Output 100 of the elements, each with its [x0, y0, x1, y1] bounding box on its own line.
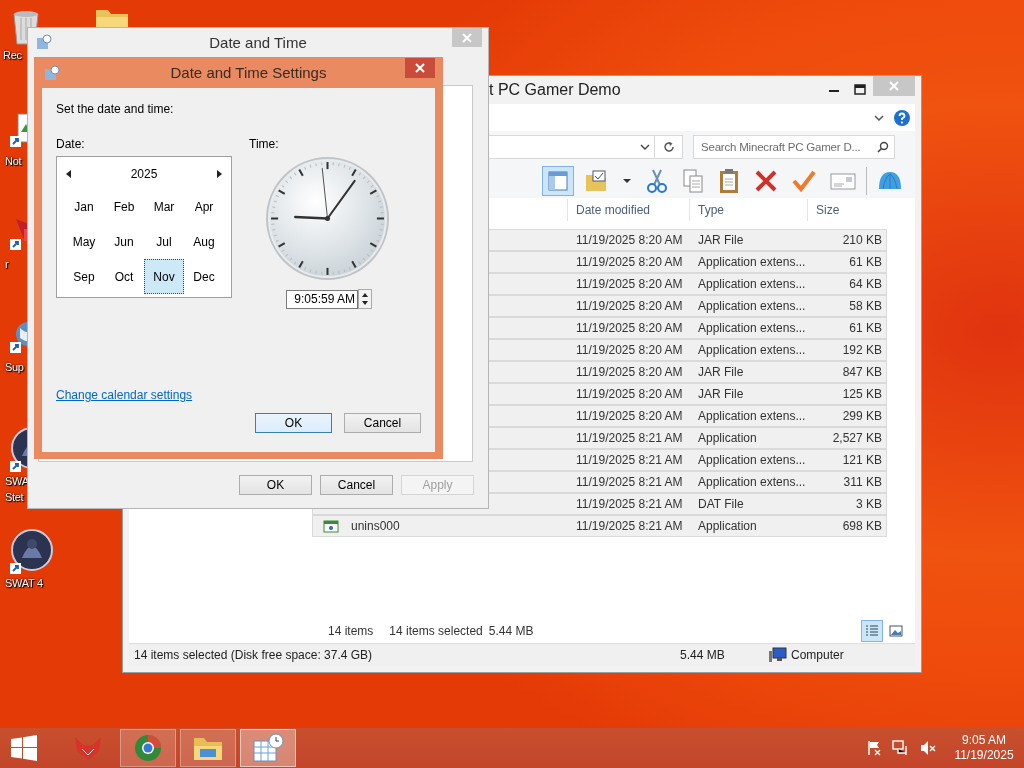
clock-date[interactable]: 11/19/2025 — [954, 748, 1014, 763]
size-cell-text: 311 KB — [842, 475, 883, 489]
search-icon — [877, 141, 889, 153]
size-cell-text: 61 KB — [848, 321, 883, 335]
month-cell[interactable]: Dec — [184, 259, 224, 294]
game-shortcut-icon[interactable] — [10, 528, 54, 574]
type-cell-text: Application — [697, 431, 758, 445]
type-cell-text: JAR File — [697, 387, 745, 401]
calendar-settings-link[interactable]: Change calendar settings — [56, 388, 193, 402]
maximize-button[interactable] — [854, 84, 866, 96]
file-name: unins000 — [350, 519, 400, 533]
close-icon — [889, 81, 899, 91]
size-cell-text: 192 KB — [841, 343, 883, 357]
selected-size: 5.44 MB — [488, 624, 534, 638]
date-cell-text: 11/19/2025 8:20 AM — [575, 255, 684, 269]
taskbar-button[interactable] — [180, 729, 236, 767]
month-cell[interactable]: Jan — [64, 189, 104, 224]
type-cell-text: Application extens... — [697, 255, 807, 269]
taskbar-button[interactable] — [120, 729, 176, 767]
month-cell[interactable]: Oct — [104, 259, 144, 294]
clock-time[interactable]: 9:05 AM — [962, 733, 1006, 748]
icon-label: Not — [5, 154, 22, 168]
date-cell-text: 11/19/2025 8:21 AM — [575, 497, 684, 511]
prompt-text: Set the date and time: — [56, 102, 175, 116]
flag-icon[interactable] — [866, 740, 882, 756]
next-button[interactable] — [215, 169, 223, 179]
size-cell-text: 64 KB — [848, 277, 883, 291]
month-cell[interactable]: Sep — [64, 259, 104, 294]
date-cell-text: 11/19/2025 8:20 AM — [575, 343, 684, 357]
month-cell[interactable]: Nov — [144, 259, 184, 294]
icon-label: Stet — [5, 490, 24, 504]
month-cell[interactable]: Jun — [104, 224, 144, 259]
month-cell[interactable]: May — [64, 224, 104, 259]
volume-muted-icon[interactable] — [920, 740, 936, 756]
refresh-button[interactable] — [655, 135, 683, 159]
icon-label: Rec — [3, 48, 22, 62]
calendar-clock-icon — [252, 733, 284, 763]
size-cell-text: 3 KB — [855, 497, 883, 511]
date-cell-text: 11/19/2025 8:20 AM — [575, 409, 684, 423]
dialog-button[interactable]: OK — [239, 475, 312, 495]
file-row[interactable]: unins000 11/19/2025 8:21 AM Application 698 KB — [312, 515, 887, 537]
type-cell-text: Application extens... — [697, 277, 807, 291]
date-cell-text: 11/19/2025 8:20 AM — [575, 365, 684, 379]
refresh-icon — [662, 141, 675, 153]
status-text: 14 items selected (Disk free space: 37.4 GB) — [133, 648, 374, 662]
close-button[interactable] — [405, 58, 435, 78]
selected-count: 14 items selected — [389, 624, 483, 638]
month-cell[interactable]: Feb — [104, 189, 144, 224]
month-cell[interactable]: Jul — [144, 224, 184, 259]
type-cell-text: Application extens... — [697, 321, 807, 335]
taskbar-button[interactable] — [240, 729, 296, 767]
application-icon — [323, 519, 339, 533]
type-cell-text: Application extens... — [697, 299, 807, 313]
fox-icon — [73, 735, 103, 761]
date-time-icon — [44, 65, 60, 81]
spin-button[interactable] — [358, 289, 372, 309]
size-cell-text: 210 KB — [841, 233, 883, 247]
date-cell-text: 11/19/2025 8:21 AM — [575, 431, 684, 445]
size-cell-text: 125 KB — [841, 387, 883, 401]
search-field[interactable]: Search Minecraft PC Gamer D... — [693, 135, 895, 159]
column-header[interactable]: Type — [689, 199, 807, 221]
month-cell[interactable]: Aug — [184, 224, 224, 259]
start-button[interactable] — [10, 734, 38, 762]
size-cell-text: 2,527 KB — [831, 431, 883, 445]
size-cell-text: 121 KB — [841, 453, 883, 467]
icon-label: r — [5, 257, 9, 271]
dialog-button[interactable]: Cancel — [344, 413, 421, 433]
size-cell-text: 847 KB — [841, 365, 883, 379]
column-header[interactable]: Size — [807, 199, 885, 221]
date-label: Date: — [56, 137, 86, 151]
icon-label: SWAT 4 — [5, 576, 43, 590]
type-cell-text: Application extens... — [697, 343, 807, 357]
browser-icon — [133, 733, 163, 763]
year-header[interactable]: 2025 — [130, 167, 158, 181]
view-button[interactable] — [861, 620, 883, 642]
dialog-button[interactable]: OK — [255, 413, 332, 433]
month-cell[interactable]: Mar — [144, 189, 184, 224]
month-cell[interactable]: Apr — [184, 189, 224, 224]
time-field[interactable]: 9:05:59 AM — [286, 289, 358, 309]
type-cell-text: Application — [697, 519, 758, 533]
date-cell-text: 11/19/2025 8:20 AM — [575, 387, 684, 401]
item-count: 14 items — [328, 624, 374, 638]
size-cell-text: 58 KB — [848, 299, 883, 313]
time-label: Time: — [249, 137, 279, 151]
thumbnail-view-icon — [889, 624, 903, 638]
dropdown-icon[interactable] — [640, 142, 650, 152]
dialog-title: Date and Time Settings — [170, 64, 327, 81]
type-cell-text: Application extens... — [697, 475, 807, 489]
help-icon[interactable] — [893, 108, 911, 127]
network-icon[interactable] — [892, 740, 910, 756]
dialog-button[interactable]: Cancel — [320, 475, 393, 495]
previous-button[interactable] — [65, 169, 73, 179]
column-header[interactable]: Date modified — [567, 199, 689, 221]
date-cell-text: 11/19/2025 8:20 AM — [575, 277, 684, 291]
date-cell-text: 11/19/2025 8:21 AM — [575, 519, 684, 533]
icon-label: Sup — [5, 360, 24, 374]
type-cell-text: DAT File — [697, 497, 745, 511]
date-cell-text: 11/19/2025 8:21 AM — [575, 453, 684, 467]
close-icon — [415, 63, 425, 73]
status-size: 5.44 MB — [680, 648, 726, 662]
